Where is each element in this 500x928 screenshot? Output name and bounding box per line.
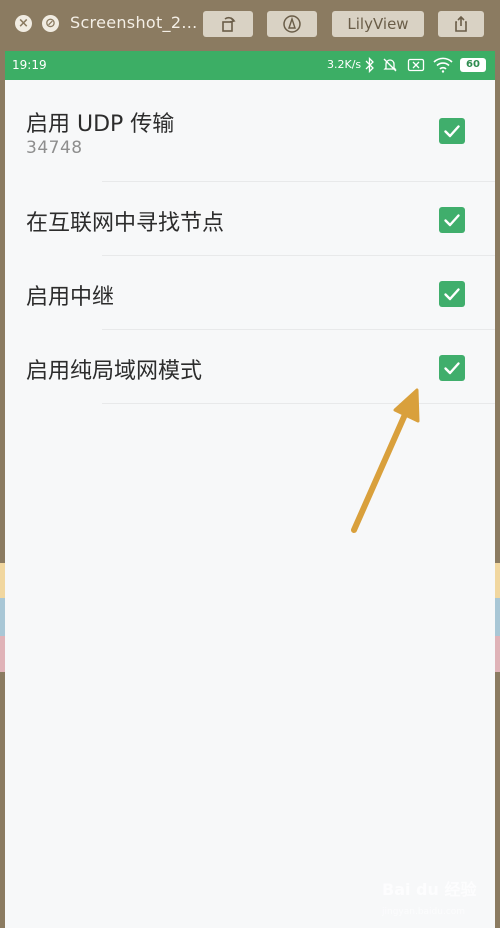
checkmark-icon [444, 362, 460, 375]
watermark-logo: Bai du 经验 [382, 880, 477, 899]
divider [102, 403, 495, 404]
window-title: Screenshot_2... [70, 13, 198, 32]
checkmark-icon [444, 125, 460, 138]
no-entry-icon[interactable]: ⊘ [42, 15, 59, 32]
close-circle-icon[interactable]: × [15, 15, 32, 32]
lan-only-checkbox[interactable] [439, 355, 465, 381]
checkmark-icon [444, 288, 460, 301]
wifi-icon [433, 57, 453, 73]
setting-find-nodes[interactable]: 在互联网中寻找节点 [5, 182, 495, 256]
setting-title: 启用纯局域网模式 [26, 359, 203, 384]
rotate-icon [222, 16, 236, 32]
checkmark-icon [444, 214, 460, 227]
lilyview-button[interactable]: LilyView [332, 11, 424, 37]
setting-title: 启用 UDP 传输 [26, 112, 175, 137]
setting-title: 在互联网中寻找节点 [26, 211, 225, 236]
rotate-button[interactable] [203, 11, 253, 37]
bluetooth-icon [365, 57, 374, 73]
markup-button[interactable] [267, 11, 317, 37]
setting-title: 启用中继 [26, 285, 115, 310]
relay-checkbox[interactable] [439, 281, 465, 307]
mute-bell-icon [383, 58, 397, 72]
setting-subtitle: 34748 [26, 138, 83, 158]
network-speed: 3.2K/s [327, 58, 362, 71]
setting-udp-transport[interactable]: 启用 UDP 传输 34748 [5, 80, 495, 182]
battery-indicator: 60 [460, 58, 486, 72]
sim-disabled-icon [407, 58, 425, 72]
edge-strip-pink-right [495, 636, 500, 672]
edge-strip-yellow-right [495, 563, 500, 598]
watermark-url: jingyan.baidu.com [382, 907, 466, 917]
viewer-window: × ⊘ Screenshot_2... LilyView 19:19 3.2K/… [0, 0, 500, 928]
edge-strip-blue-right [495, 598, 500, 636]
title-bar: × ⊘ Screenshot_2... LilyView [0, 0, 500, 48]
annotation-arrow [351, 388, 420, 533]
status-time: 19:19 [12, 58, 47, 72]
share-icon [455, 15, 467, 32]
status-bar: 19:19 3.2K/s 60 [5, 51, 495, 80]
share-button[interactable] [438, 11, 484, 37]
find-nodes-checkbox[interactable] [439, 207, 465, 233]
markup-pen-icon [283, 15, 301, 33]
udp-checkbox[interactable] [439, 118, 465, 144]
setting-relay[interactable]: 启用中继 [5, 256, 495, 330]
